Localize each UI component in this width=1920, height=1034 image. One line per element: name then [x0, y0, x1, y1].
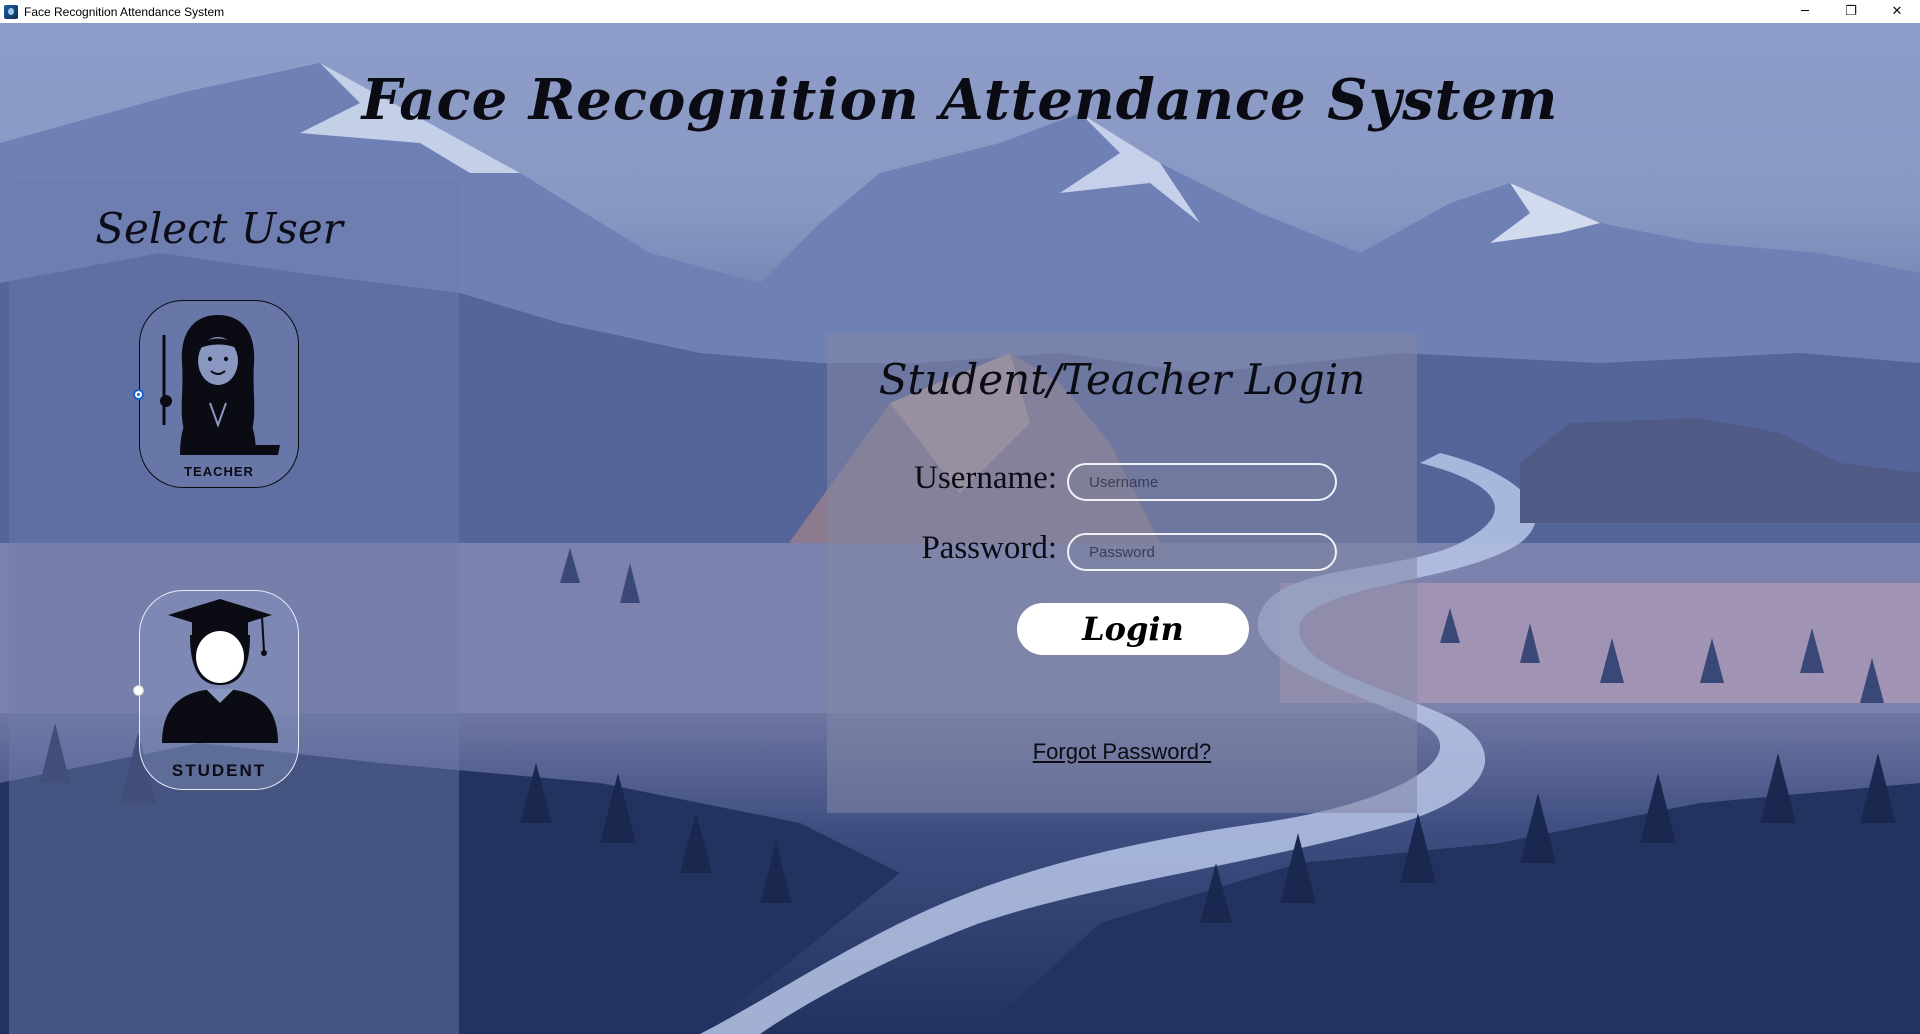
background-scene: Face Recognition Attendance System Selec…: [0, 23, 1920, 1034]
password-label: Password:: [921, 530, 1057, 566]
teacher-label: TEACHER: [184, 464, 254, 479]
username-label: Username:: [914, 460, 1057, 496]
login-panel: Student/Teacher Login Username: Password…: [827, 333, 1417, 813]
student-graduate-icon: [162, 599, 278, 743]
window-title: Face Recognition Attendance System: [24, 4, 225, 19]
login-button[interactable]: Login: [1017, 603, 1249, 655]
teacher-option[interactable]: TEACHER: [133, 300, 299, 488]
student-label: STUDENT: [171, 761, 267, 780]
close-button[interactable]: ✕: [1874, 0, 1920, 23]
username-input[interactable]: [1067, 463, 1337, 501]
minimize-button[interactable]: ─: [1782, 0, 1828, 23]
window-controls: ─ ❐ ✕: [1782, 0, 1920, 23]
teacher-avatar-icon: [160, 315, 280, 455]
login-title: Student/Teacher Login: [878, 355, 1366, 404]
app-icon: [4, 4, 18, 19]
forgot-password-link[interactable]: Forgot Password?: [827, 739, 1417, 765]
select-user-title: Select User: [95, 204, 343, 253]
password-input[interactable]: [1067, 533, 1337, 571]
select-user-panel: Select User TEACHER STUDENT: [9, 180, 459, 1034]
restore-button[interactable]: ❐: [1828, 0, 1874, 23]
window-title-bar: Face Recognition Attendance System ─ ❐ ✕: [0, 0, 1920, 23]
app-title: Face Recognition Attendance System: [361, 67, 1559, 133]
student-option[interactable]: STUDENT: [133, 590, 299, 790]
